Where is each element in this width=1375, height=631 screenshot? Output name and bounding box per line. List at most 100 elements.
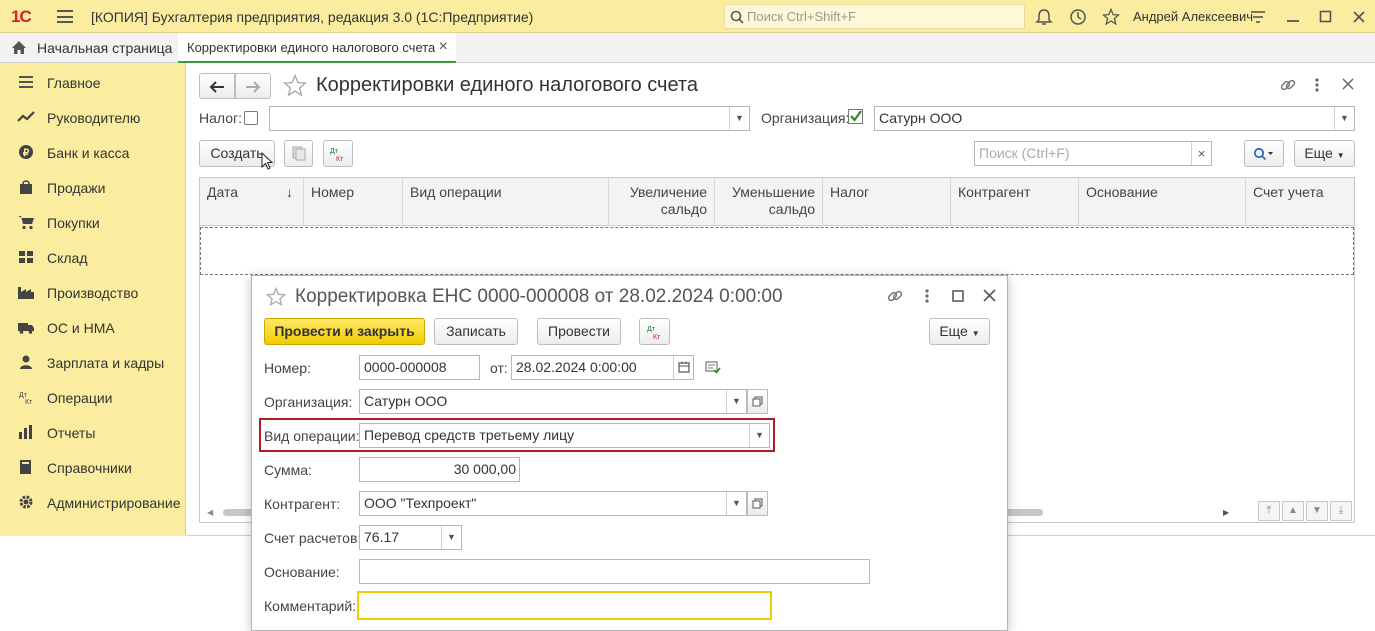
clear-search-icon[interactable]: × — [1191, 142, 1211, 165]
link-icon[interactable] — [886, 287, 904, 305]
org-filter-checkbox[interactable] — [848, 109, 864, 125]
number-field[interactable]: 0000-000008 — [359, 355, 480, 380]
sidebar-item-production[interactable]: Производство — [0, 275, 186, 310]
numbering-settings-icon[interactable] — [705, 360, 721, 374]
org-filter-field[interactable]: Сатурн ООО ▼ — [874, 106, 1355, 131]
date-field[interactable]: 28.02.2024 0:00:00 — [511, 355, 694, 380]
favorite-star-icon[interactable] — [283, 74, 307, 97]
col-date[interactable]: Дата ↓ — [200, 178, 304, 226]
col-basis[interactable]: Основание — [1079, 178, 1246, 226]
search-button[interactable] — [1244, 140, 1284, 167]
close-icon[interactable] — [1352, 10, 1366, 24]
col-operation[interactable]: Вид операции — [403, 178, 609, 226]
more-vertical-icon[interactable] — [922, 287, 932, 305]
sidebar-item-bank[interactable]: ₽ Банк и касса — [0, 135, 186, 170]
sidebar-item-operations[interactable]: Дт Кт Операции — [0, 380, 186, 415]
org-open-button[interactable] — [747, 389, 768, 414]
date-value: 28.02.2024 0:00:00 — [516, 359, 637, 375]
dtkt-button[interactable]: Дт Кт — [639, 318, 670, 345]
chevron-down-icon[interactable]: ▼ — [726, 492, 746, 515]
chevron-down-icon[interactable]: ▼ — [749, 424, 769, 447]
scroll-top-button[interactable]: ⤒ — [1258, 501, 1280, 521]
col-decrease[interactable]: Уменьшение сальдо — [715, 178, 823, 226]
minimize-icon[interactable] — [1286, 9, 1300, 25]
back-button[interactable] — [199, 73, 235, 99]
operation-field[interactable]: Перевод средств третьему лицу ▼ — [359, 423, 770, 448]
chevron-down-icon: ▼ — [971, 329, 980, 338]
sidebar-item-label: Справочники — [47, 460, 132, 476]
col-account[interactable]: Счет учета — [1246, 178, 1354, 226]
tab-ens-corrections[interactable]: Корректировки единого налогового счета × — [178, 33, 456, 63]
bar-chart-icon — [19, 425, 32, 439]
maximize-icon[interactable] — [952, 290, 965, 303]
sidebar-item-purchases[interactable]: Покупки — [0, 205, 186, 240]
basis-field[interactable] — [359, 559, 870, 584]
calendar-icon[interactable] — [673, 356, 693, 379]
col-tax[interactable]: Налог — [823, 178, 951, 226]
main-menu-icon[interactable] — [57, 10, 73, 23]
scroll-up-button[interactable]: ▲ — [1282, 501, 1304, 521]
chevron-down-icon[interactable]: ▼ — [441, 526, 461, 549]
gear-icon — [19, 495, 33, 509]
date-label: от: — [490, 360, 508, 376]
sidebar-item-director[interactable]: Руководителю — [0, 100, 186, 135]
chevron-down-icon[interactable]: ▼ — [726, 390, 746, 413]
dialog-title: Корректировка ЕНС 0000-000008 от 28.02.2… — [295, 286, 783, 307]
tax-filter-label: Налог: — [199, 110, 243, 126]
table-row-empty[interactable] — [200, 227, 1354, 275]
tax-filter-checkbox[interactable] — [244, 111, 258, 125]
sidebar-item-catalogs[interactable]: Справочники — [0, 450, 186, 485]
maximize-icon[interactable] — [1319, 10, 1333, 24]
operation-label: Вид операции: — [264, 428, 360, 444]
comment-field[interactable] — [357, 591, 772, 620]
settings-lines-icon[interactable] — [1250, 9, 1266, 25]
svg-text:₽: ₽ — [23, 148, 30, 159]
post-and-close-button[interactable]: Провести и закрыть — [264, 318, 425, 345]
list-more-button[interactable]: Еще ▼ — [1294, 140, 1355, 167]
copy-button[interactable] — [284, 140, 313, 167]
dialog-more-button[interactable]: Еще ▼ — [929, 318, 990, 345]
sidebar-item-salary[interactable]: Зарплата и кадры — [0, 345, 186, 380]
star-icon[interactable] — [1102, 8, 1120, 26]
dtkt-button[interactable]: Дт Кт — [323, 140, 353, 167]
user-name[interactable]: Андрей Алексеевич — [1133, 9, 1253, 24]
sidebar-item-main[interactable]: Главное — [0, 65, 186, 100]
sidebar-item-assets[interactable]: ОС и НМА — [0, 310, 186, 345]
tab-home[interactable]: Начальная страница — [0, 33, 174, 63]
contractor-field[interactable]: ООО "Техпроект" ▼ — [359, 491, 747, 516]
sum-field[interactable]: 30 000,00 — [359, 457, 520, 482]
dialog-close-icon[interactable] — [983, 289, 996, 302]
sidebar-item-admin[interactable]: Администрирование — [0, 485, 186, 520]
chevron-down-icon[interactable]: ▼ — [1334, 107, 1354, 130]
scroll-right-icon[interactable]: ▶ — [1223, 508, 1229, 517]
tab-close-icon[interactable]: × — [439, 38, 448, 56]
col-increase[interactable]: Увеличение сальдо — [609, 178, 715, 226]
sidebar-item-warehouse[interactable]: Склад — [0, 240, 186, 275]
list-search-input[interactable]: Поиск (Ctrl+F) × — [974, 141, 1212, 166]
post-button[interactable]: Провести — [537, 318, 621, 345]
svg-text:Кт: Кт — [336, 156, 344, 163]
scroll-bottom-button[interactable]: ⤓ — [1330, 501, 1352, 521]
forward-button[interactable] — [235, 73, 271, 99]
sidebar-item-sales[interactable]: Продажи — [0, 170, 186, 205]
contractor-open-button[interactable] — [747, 491, 768, 516]
app-title: [КОПИЯ] Бухгалтерия предприятия, редакци… — [91, 9, 534, 25]
global-search-input[interactable]: Поиск Ctrl+Shift+F — [724, 4, 1025, 29]
tax-filter-field[interactable]: ▼ — [269, 106, 750, 131]
col-number[interactable]: Номер — [304, 178, 403, 226]
form-close-icon[interactable] — [1342, 78, 1354, 90]
scroll-left-icon[interactable]: ◀ — [207, 508, 213, 517]
org-field[interactable]: Сатурн ООО ▼ — [359, 389, 747, 414]
favorite-star-icon[interactable] — [266, 287, 286, 306]
save-button[interactable]: Записать — [434, 318, 518, 345]
chevron-down-icon[interactable]: ▼ — [729, 107, 749, 130]
link-icon[interactable] — [1279, 76, 1297, 94]
more-vertical-icon[interactable] — [1312, 76, 1322, 94]
account-field[interactable]: 76.17 ▼ — [359, 525, 462, 550]
history-icon[interactable] — [1069, 8, 1087, 26]
sidebar-item-reports[interactable]: Отчеты — [0, 415, 186, 450]
bell-icon[interactable] — [1035, 8, 1053, 26]
col-contractor[interactable]: Контрагент — [951, 178, 1079, 226]
scroll-down-button[interactable]: ▼ — [1306, 501, 1328, 521]
dt-kt-icon: ДтКт — [330, 148, 344, 163]
